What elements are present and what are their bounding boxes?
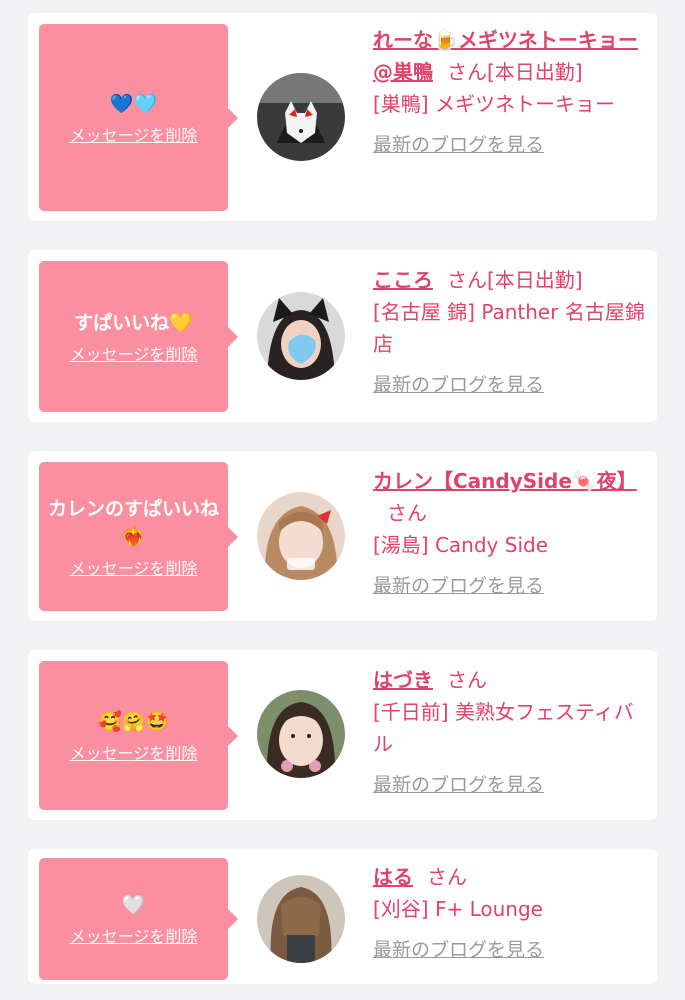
san-suffix: さん <box>447 60 487 84</box>
cast-name-link[interactable]: カレン【CandySide🍬夜】 <box>373 469 637 493</box>
avatar[interactable] <box>257 73 345 161</box>
latest-blog-link[interactable]: 最新のブログを見る <box>373 369 544 401</box>
san-suffix: さん <box>427 865 467 889</box>
message-card: 🤍 メッセージを削除 はる さん [刈谷] F+ Lounge 最新のブログを見る <box>28 849 657 984</box>
message-text: 🤍 <box>121 894 146 916</box>
cast-info: はる さん [刈谷] F+ Lounge 最新のブログを見る <box>373 861 648 966</box>
message-card: すぱいいね💛 メッセージを削除 こころ さん[本日出勤] [名古屋 錦] Pant… <box>28 250 657 422</box>
woman-avatar-image <box>257 690 345 778</box>
message-card: カレンのすぱいいね❤️‍🔥 メッセージを削除 カレン【CandySide🍬夜】さ… <box>28 451 657 621</box>
avatar[interactable] <box>257 690 345 778</box>
message-bubble: 🤍 メッセージを削除 <box>39 858 238 980</box>
delete-message-link[interactable]: メッセージを削除 <box>70 555 198 579</box>
shop-info: [巣鴨] メギツネトーキョー <box>373 92 615 116</box>
attendance-status: [本日出勤] <box>487 60 583 84</box>
latest-blog-link[interactable]: 最新のブログを見る <box>373 769 544 801</box>
cast-info: カレン【CandySide🍬夜】さん [湯島] Candy Side 最新のブロ… <box>373 465 648 602</box>
message-card: 💙🩵 メッセージを削除 れーな🍺メギツネトーキョー@巣鴨 さん[本日出勤] [巣鴨… <box>28 13 657 221</box>
san-suffix: さん <box>447 268 487 292</box>
message-bubble: 💙🩵 メッセージを削除 <box>39 24 238 211</box>
delete-message-link[interactable]: メッセージを削除 <box>70 122 198 146</box>
attendance-status: [本日出勤] <box>487 268 583 292</box>
message-bubble: カレンのすぱいいね❤️‍🔥 メッセージを削除 <box>39 462 238 611</box>
message-card: 🥰🤗🤩 メッセージを削除 はづき さん [千日前] 美熟女フェスティバル 最新のブ… <box>28 650 657 820</box>
message-text: 🥰🤗🤩 <box>98 710 169 733</box>
cast-name-link[interactable]: はづき <box>373 668 433 692</box>
shop-info: [千日前] 美熟女フェスティバル <box>373 700 634 756</box>
cast-info: れーな🍺メギツネトーキョー@巣鴨 さん[本日出勤] [巣鴨] メギツネトーキョー … <box>373 24 648 161</box>
delete-message-link[interactable]: メッセージを削除 <box>70 923 198 947</box>
avatar[interactable] <box>257 875 345 963</box>
message-text: 💙🩵 <box>109 92 158 115</box>
hair-back-avatar-image <box>257 875 345 963</box>
cast-name-link[interactable]: こころ <box>373 268 433 292</box>
message-text: カレンのすぱいいね❤️‍🔥 <box>47 497 219 548</box>
avatar[interactable] <box>257 492 345 580</box>
fox-mask-avatar-image <box>257 73 345 161</box>
latest-blog-link[interactable]: 最新のブログを見る <box>373 570 544 602</box>
san-suffix: さん <box>447 668 487 692</box>
cast-info: こころ さん[本日出勤] [名古屋 錦] Panther 名古屋錦店 最新のブログ… <box>373 264 648 401</box>
message-text: すぱいいね💛 <box>74 311 193 334</box>
shop-info: [名古屋 錦] Panther 名古屋錦店 <box>373 300 645 356</box>
delete-message-link[interactable]: メッセージを削除 <box>70 341 198 365</box>
cast-name-link[interactable]: はる <box>373 865 413 889</box>
shop-info: [湯島] Candy Side <box>373 533 548 557</box>
avatar[interactable] <box>257 292 345 380</box>
cat-ears-avatar-image <box>257 292 345 380</box>
shop-info: [刈谷] F+ Lounge <box>373 897 543 921</box>
cast-info: はづき さん [千日前] 美熟女フェスティバル 最新のブログを見る <box>373 664 648 801</box>
girl-avatar-image <box>257 492 345 580</box>
latest-blog-link[interactable]: 最新のブログを見る <box>373 129 544 161</box>
message-bubble: すぱいいね💛 メッセージを削除 <box>39 261 238 412</box>
latest-blog-link[interactable]: 最新のブログを見る <box>373 934 544 966</box>
message-bubble: 🥰🤗🤩 メッセージを削除 <box>39 661 238 810</box>
san-suffix: さん <box>387 501 427 525</box>
delete-message-link[interactable]: メッセージを削除 <box>70 740 198 764</box>
